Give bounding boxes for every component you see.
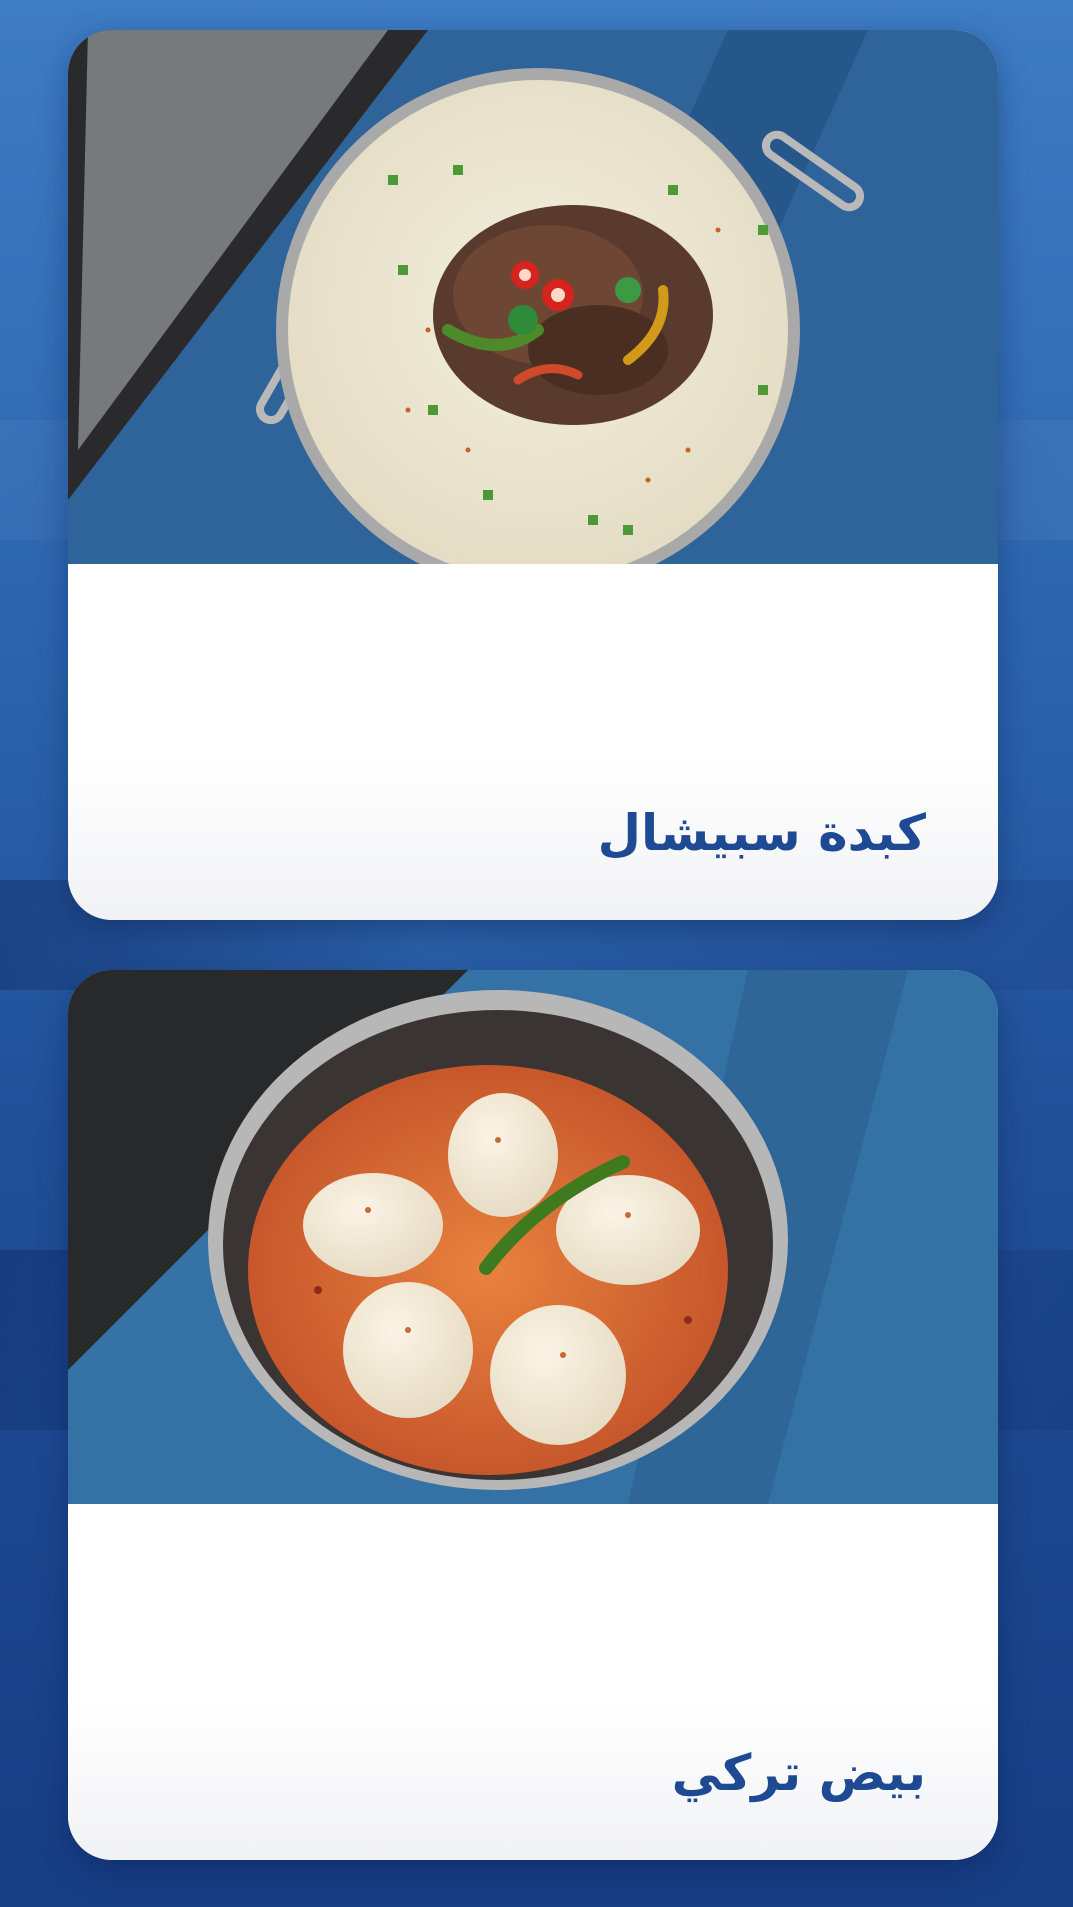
dish-name: بيض تركي	[671, 1744, 926, 1802]
dish-photo	[68, 970, 998, 1504]
card-body: كبدة سبيشال	[68, 564, 998, 920]
dish-name: كبدة سبيشال	[597, 804, 926, 862]
menu-item-card[interactable]: كبدة سبيشال	[68, 30, 998, 920]
dish-photo	[68, 30, 998, 564]
card-body: بيض تركي	[68, 1504, 998, 1860]
menu-item-card[interactable]: بيض تركي	[68, 970, 998, 1860]
